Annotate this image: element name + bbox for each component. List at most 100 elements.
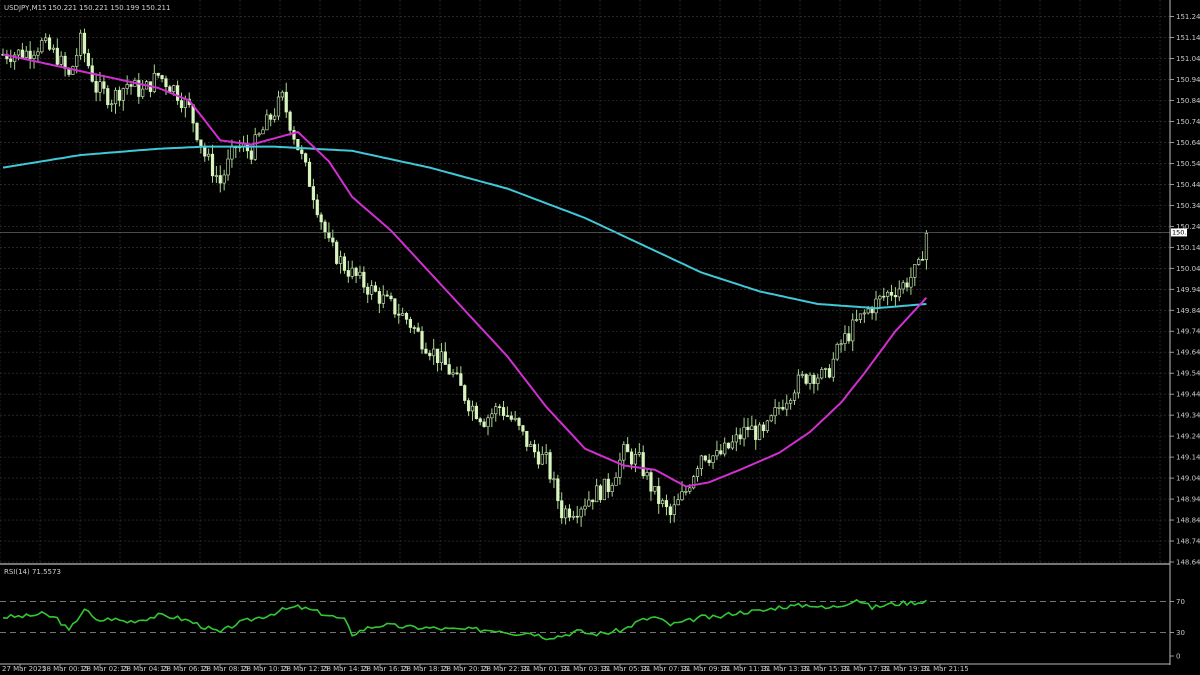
candle-body (913, 264, 917, 278)
candle-body (443, 351, 447, 365)
candle-body (94, 81, 98, 93)
candle-body (455, 372, 459, 375)
candle-body (482, 421, 486, 427)
symbol-timeframe: USDJPY,M15 (4, 4, 47, 12)
candle-body (214, 175, 219, 177)
candle-body (385, 294, 389, 297)
rsi-title: RSI(14) 71.5573 (4, 568, 61, 576)
price-tick-label: 151.040 (1176, 55, 1200, 63)
candle-body (28, 50, 32, 59)
price-tick-label: 149.440 (1176, 391, 1200, 399)
candle-body (404, 313, 409, 320)
candle-body (750, 425, 754, 430)
candle-body (641, 452, 645, 477)
fast-moving-average-line (2, 53, 928, 488)
candle-body (439, 351, 444, 364)
candle-body (556, 478, 560, 501)
candle-body (730, 441, 735, 449)
price-tick-label: 150.640 (1176, 139, 1200, 147)
candle-body (878, 295, 882, 300)
candle-body (435, 348, 440, 364)
candle-body (664, 500, 669, 508)
candle-body (447, 364, 451, 375)
candle-body (323, 221, 327, 233)
candle-body (276, 96, 281, 117)
candle-body (327, 231, 331, 239)
candle-body (389, 295, 393, 300)
candle-body (55, 47, 59, 65)
candle-body (354, 267, 358, 276)
candle-body (703, 455, 707, 461)
candle-body (901, 282, 905, 290)
candle-body (164, 78, 168, 88)
candle-body (897, 288, 901, 298)
time-axis[interactable]: 27 Mar 202528 Mar 00:1528 Mar 02:1528 Ma… (2, 664, 969, 673)
candle-body (893, 295, 897, 298)
candle-body (660, 500, 665, 504)
price-tick-label: 150.540 (1176, 160, 1200, 168)
candle-body (924, 232, 929, 260)
candle-body (804, 374, 808, 384)
candle-body (40, 40, 44, 53)
price-tick-label: 149.340 (1176, 412, 1200, 420)
candle-body (261, 129, 265, 135)
price-tick-label: 150.040 (1176, 265, 1200, 273)
rsi-tick-label: 0 (1176, 653, 1180, 661)
candle-body (738, 434, 742, 440)
price-tick-label: 151.140 (1176, 34, 1200, 42)
candle-body (498, 406, 502, 408)
candle-body (598, 485, 603, 501)
candle-body (172, 85, 176, 92)
candle-body (179, 100, 184, 108)
candle-body (548, 452, 552, 480)
candle-body (226, 158, 230, 176)
candle-body (24, 50, 28, 58)
candle-body (478, 418, 482, 423)
candle-body (610, 484, 614, 492)
price-tick-label: 149.040 (1176, 475, 1200, 483)
rsi-axis: 70 30 0 (1170, 598, 1185, 661)
candle-body (350, 267, 354, 277)
candle-body (319, 214, 323, 223)
price-tick-label: 149.240 (1176, 433, 1200, 441)
rsi-tick-label: 30 (1176, 629, 1185, 637)
current-price-tag: 150.211 (1171, 228, 1199, 237)
candle-body (796, 374, 800, 394)
candle-body (579, 508, 583, 518)
candle-body (311, 186, 316, 201)
candle-body (715, 450, 719, 457)
candle-body (304, 153, 308, 163)
price-axis[interactable]: 151.240 151.140 151.040 150.940 150.840 150.7… (1170, 13, 1200, 567)
candle-body (20, 49, 25, 58)
candle-body (160, 75, 164, 79)
candle-body (9, 58, 13, 62)
candle-body (909, 276, 913, 288)
candle-body (338, 256, 343, 264)
candle-body (377, 291, 381, 304)
price-grid (0, 0, 1170, 564)
candle-body (373, 285, 378, 292)
candle-body (168, 86, 172, 92)
candle-body (397, 313, 401, 316)
candle-body (346, 270, 350, 277)
candle-body (117, 89, 121, 101)
candle-body (335, 241, 339, 264)
candle-body (792, 392, 797, 401)
candle-body (571, 515, 575, 518)
candle-body (466, 400, 471, 412)
candle-body (432, 348, 436, 357)
candle-body (734, 434, 738, 443)
candle-body (44, 37, 48, 41)
candle-body (16, 49, 21, 56)
candle-body (668, 506, 672, 515)
candle-body (509, 415, 513, 420)
candle-body (121, 88, 125, 101)
candle-body (847, 333, 851, 342)
candle-body (517, 417, 521, 426)
candle-body (777, 407, 781, 409)
candle-body (827, 368, 832, 378)
candle-body (210, 153, 215, 177)
candle-body (362, 271, 366, 288)
candle-body (79, 32, 83, 56)
price-tick-label: 150.840 (1176, 97, 1200, 105)
